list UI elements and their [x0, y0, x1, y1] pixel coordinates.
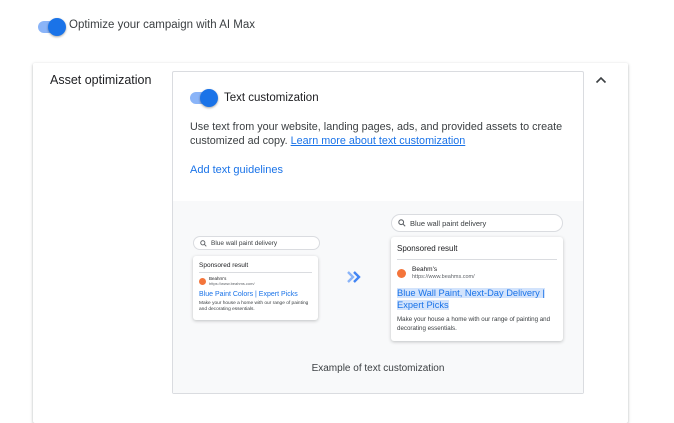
- ad-description: Make your house a home with our range of…: [199, 301, 309, 312]
- text-customization-toggle[interactable]: [190, 89, 218, 107]
- example-preview: Blue wall paint delivery Sponsored resul…: [173, 201, 583, 393]
- add-text-guidelines-link[interactable]: Add text guidelines: [190, 164, 283, 176]
- business-url: https://www.beahms.com/: [412, 274, 475, 280]
- section-title: Asset optimization: [50, 73, 152, 87]
- search-icon: [398, 219, 406, 227]
- search-query: Blue wall paint delivery: [410, 218, 487, 228]
- sponsored-label: Sponsored result: [397, 244, 458, 253]
- toggle-knob: [200, 89, 218, 107]
- example-caption: Example of text customization: [311, 363, 445, 374]
- example-search-bar-before: Blue wall paint delivery: [193, 236, 320, 250]
- ad-headline-customized: Blue Wall Paint, Next-Day Delivery | Exp…: [397, 287, 559, 311]
- collapse-button[interactable]: [593, 72, 609, 88]
- business-logo: [397, 269, 406, 278]
- text-customization-description: Use text from your website, landing page…: [190, 120, 565, 148]
- example-ad-before: Sponsored result Beahm's https://www.bea…: [193, 256, 318, 320]
- business-name: Beahm's: [412, 266, 438, 273]
- search-icon: [200, 239, 207, 247]
- divider: [199, 272, 312, 273]
- divider: [397, 259, 557, 260]
- search-query: Blue wall paint delivery: [211, 239, 278, 247]
- ai-max-toggle[interactable]: [38, 18, 66, 36]
- chevron-up-icon: [595, 76, 607, 84]
- ad-description: Make your house a home with our range of…: [397, 316, 551, 332]
- asset-optimization-card: Asset optimization Text customization Us…: [33, 63, 628, 423]
- example-ad-after: Sponsored result Beahm's https://www.bea…: [391, 237, 563, 341]
- text-customization-label: Text customization: [224, 92, 319, 104]
- toggle-knob: [48, 18, 66, 36]
- double-chevron-right-icon: [347, 271, 361, 283]
- ai-max-label: Optimize your campaign with AI Max: [69, 19, 255, 31]
- business-logo: [199, 278, 206, 285]
- learn-more-link[interactable]: Learn more about text customization: [291, 135, 466, 147]
- highlighted-headline: Blue Wall Paint, Next-Day Delivery | Exp…: [397, 288, 545, 310]
- sponsored-label: Sponsored result: [199, 262, 249, 269]
- business-url: https://www.beahms.com/: [209, 281, 255, 286]
- text-customization-panel: Text customization Use text from your we…: [172, 71, 584, 394]
- example-search-bar-after: Blue wall paint delivery: [391, 214, 563, 232]
- ad-headline: Blue Paint Colors | Expert Picks: [199, 291, 298, 298]
